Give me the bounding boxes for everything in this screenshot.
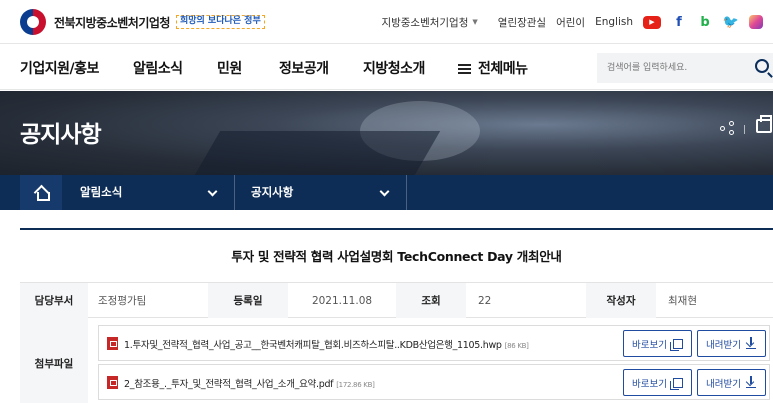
attachments-label: 첨부파일 (20, 318, 88, 403)
view-button[interactable]: 바로보기 (623, 330, 692, 357)
government-emblem-icon (20, 9, 46, 35)
hamburger-menu-icon (458, 64, 471, 74)
dept-value: 조정평가팀 (98, 295, 147, 307)
divider (234, 175, 235, 210)
slogan-logo: 희망의 보다나은 정부 (175, 15, 265, 29)
home-icon (35, 186, 50, 201)
utility-links: 지방중소벤처기업청 ▼ 열린장관실 어린이 English ▶ f b 🐦 (381, 14, 773, 30)
attachment-item: 2_참조용_._투자_및_전략적_협력_사업_소개_요약.pdf [172.86 … (98, 364, 770, 400)
author-value: 최재현 (668, 295, 697, 307)
copy-view-icon (670, 378, 683, 390)
view-button-label: 바로보기 (632, 378, 667, 390)
nav-civil-service[interactable]: 민원 (217, 58, 242, 78)
date-value: 2021.11.08 (311, 294, 373, 307)
author-label: 작성자 (586, 283, 656, 318)
copy-view-icon (670, 339, 683, 351)
file-size: [172.86 KB] (336, 381, 375, 389)
share-icon[interactable] (720, 121, 734, 135)
download-icon (746, 376, 756, 388)
divider (406, 175, 407, 210)
page-title: 공지사항 (20, 122, 102, 148)
divider (744, 125, 745, 134)
top-bar: 전북지방중소벤처기업청 희망의 보다나은 정부 지방중소벤처기업청 ▼ 열린장관실… (0, 0, 773, 44)
chevron-down-icon[interactable] (207, 186, 218, 197)
twitter-icon[interactable]: 🐦 (723, 14, 739, 30)
facebook-icon[interactable]: f (671, 14, 687, 30)
view-button-label: 바로보기 (632, 339, 667, 351)
file-name-text: 2_참조용_._투자_및_전략적_협력_사업_소개_요약.pdf (124, 379, 334, 390)
site-dropdown-label: 지방중소벤처기업청 (381, 16, 469, 29)
date-label: 등록일 (208, 283, 288, 318)
blog-icon[interactable]: b (697, 14, 713, 30)
nav-info-disclosure[interactable]: 정보공개 (279, 58, 329, 78)
page-banner: 공지사항 (0, 91, 773, 175)
file-name-text: 1.투자및_전략적_협력_사업_공고__한국벤처캐피탈_협회.비즈하스피탈..K… (124, 340, 502, 351)
nav-business-support[interactable]: 기업지원/홍보 (20, 58, 99, 78)
site-dropdown[interactable]: 지방중소벤처기업청 ▼ (381, 15, 487, 30)
download-button[interactable]: 내려받기 (697, 369, 766, 396)
breadcrumb-depth1[interactable]: 알림소식 (80, 175, 122, 210)
download-icon (746, 337, 756, 349)
instagram-icon[interactable] (749, 15, 763, 29)
org-name: 전북지방중소벤처기업청 (54, 15, 170, 30)
dept-label: 담당부서 (20, 283, 88, 318)
all-menu-button[interactable]: 전체메뉴 (458, 58, 528, 78)
search-icon[interactable] (755, 59, 769, 73)
article-top-border (20, 228, 773, 230)
util-link-minister[interactable]: 열린장관실 (498, 15, 546, 30)
download-button[interactable]: 내려받기 (697, 330, 766, 357)
site-logo[interactable]: 전북지방중소벤처기업청 희망의 보다나은 정부 (20, 9, 265, 35)
attachments-row: 첨부파일 1.투자및_전략적_협력_사업_공고__한국벤처캐피탈_협회.비즈하스… (20, 318, 773, 403)
home-button[interactable] (20, 175, 62, 210)
breadcrumb-depth2[interactable]: 공지사항 (251, 175, 293, 210)
views-value: 22 (478, 294, 492, 307)
nav-office-intro[interactable]: 지방청소개 (363, 58, 425, 78)
views-label: 조회 (396, 283, 466, 318)
download-button-label: 내려받기 (706, 339, 741, 351)
download-button-label: 내려받기 (706, 378, 741, 390)
article-info-row: 담당부서 조정평가팀 등록일 2021.11.08 조회 22 작성자 최재현 (20, 282, 773, 318)
print-icon[interactable] (756, 115, 772, 133)
attachment-name[interactable]: 1.투자및_전략적_협력_사업_공고__한국벤처캐피탈_협회.비즈하스피탈..K… (124, 337, 529, 351)
search-box (597, 53, 773, 83)
hwp-file-icon (107, 337, 118, 350)
breadcrumb: 알림소식 공지사항 (0, 175, 773, 210)
chevron-down-icon[interactable] (379, 186, 390, 197)
nav-news[interactable]: 알림소식 (133, 58, 183, 78)
attachment-name[interactable]: 2_참조용_._투자_및_전략적_협력_사업_소개_요약.pdf [172.86 … (124, 376, 375, 390)
caret-down-icon: ▼ (472, 18, 478, 26)
search-input[interactable] (597, 53, 737, 83)
article-title: 투자 및 전략적 협력 사업설명회 TechConnect Day 개최안내 (231, 249, 562, 264)
youtube-icon[interactable]: ▶ (643, 15, 661, 29)
all-menu-label: 전체메뉴 (478, 61, 528, 77)
pdf-file-icon (107, 376, 118, 389)
util-link-english[interactable]: English (595, 16, 633, 28)
util-link-kids[interactable]: 어린이 (556, 15, 585, 30)
attachment-item: 1.투자및_전략적_협력_사업_공고__한국벤처캐피탈_협회.비즈하스피탈..K… (98, 325, 770, 361)
file-size: [86 KB] (504, 342, 529, 350)
view-button[interactable]: 바로보기 (623, 369, 692, 396)
